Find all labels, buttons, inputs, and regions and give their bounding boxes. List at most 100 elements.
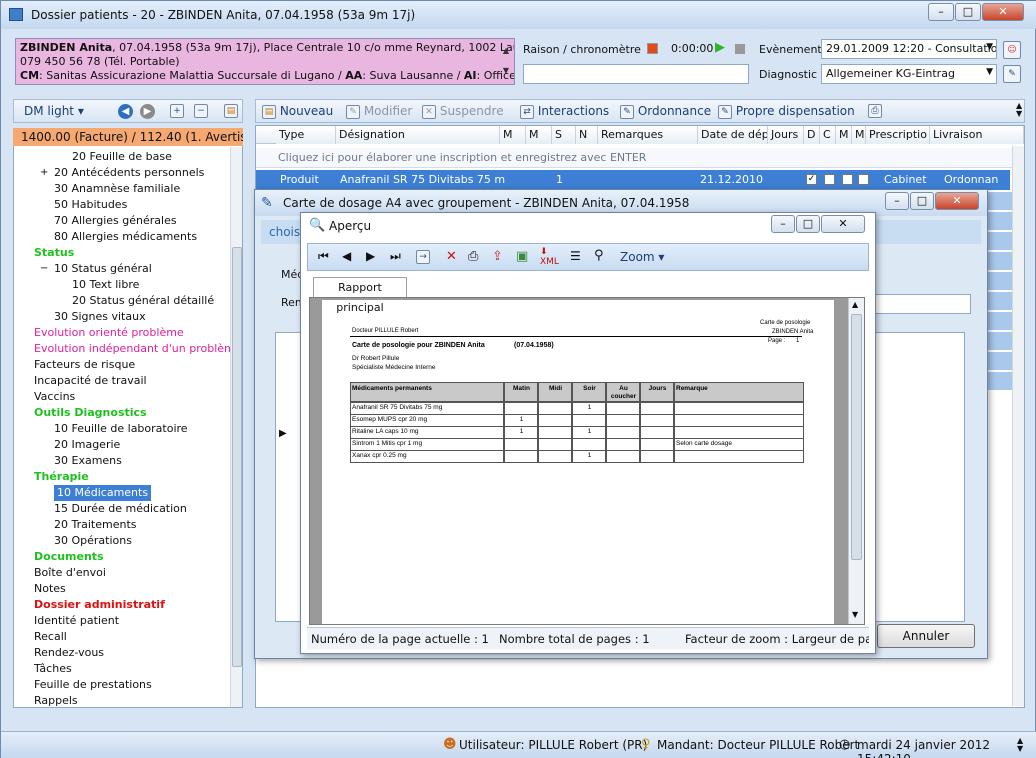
- tree-scrollbar[interactable]: [230, 147, 242, 707]
- nouveau-button[interactable]: ▤ Nouveau: [262, 104, 333, 119]
- print-icon[interactable]: ⎙: [868, 104, 882, 118]
- minimize-button[interactable]: –: [928, 3, 954, 21]
- status-scroll-icon[interactable]: ▲ ▼: [1017, 737, 1023, 753]
- diag-select[interactable]: Allgemeiner KG-Eintrag ▼: [821, 64, 997, 84]
- edit-icon[interactable]: ✎: [1003, 65, 1021, 83]
- export-icon[interactable]: ⇪: [492, 249, 503, 264]
- apercu-close-button[interactable]: ✕: [821, 215, 865, 233]
- patient-info-panel[interactable]: ZBINDEN Anita, 07.04.1958 (53a 9m 17j), …: [15, 38, 515, 85]
- column-header[interactable]: Livraison: [930, 126, 1024, 144]
- apercu-minimize-button[interactable]: –: [771, 215, 795, 233]
- next-page-icon[interactable]: ▶: [366, 249, 375, 263]
- column-header[interactable]: Date de dép: [698, 126, 768, 144]
- dm-dropdown[interactable]: DM light ▾: [24, 104, 84, 118]
- find-icon[interactable]: ⚲: [594, 248, 604, 263]
- report-scroll-thumb[interactable]: [851, 314, 862, 560]
- stop-icon[interactable]: [735, 44, 745, 54]
- row-checkbox-m2[interactable]: [858, 174, 869, 185]
- column-header[interactable]: M: [526, 126, 552, 144]
- row-checkbox-m[interactable]: [842, 174, 853, 185]
- tab-rapport-principal[interactable]: Rapport principal: [313, 277, 407, 314]
- grid-scrollbar[interactable]: [1012, 146, 1024, 706]
- tree-item[interactable]: 30 Opérations: [54, 533, 132, 549]
- tree-item[interactable]: 10 Médicaments: [54, 485, 152, 501]
- report-scrollbar[interactable]: ▲ ▼: [848, 298, 864, 624]
- ordonnance-button[interactable]: ✎ Ordonnance: [620, 104, 711, 119]
- tree-item[interactable]: 50 Habitudes: [54, 197, 127, 213]
- tree-item[interactable]: 20 Imagerie: [54, 437, 120, 453]
- tree-expander-icon[interactable]: +: [40, 165, 50, 181]
- tree-item[interactable]: Evolution indépendant d'un problème: [34, 341, 242, 357]
- tree-item[interactable]: 20 Antécédents personnels: [54, 165, 204, 181]
- column-header[interactable]: N: [576, 126, 598, 144]
- tree-item[interactable]: Rendez-vous: [34, 645, 104, 661]
- patient-info-scroll[interactable]: ▲ ▼: [499, 41, 513, 83]
- tree-item[interactable]: 70 Allergies générales: [54, 213, 177, 229]
- last-page-icon[interactable]: ⏭: [390, 249, 401, 264]
- tree-item[interactable]: Boîte d'envoi: [34, 565, 106, 581]
- tree-item[interactable]: 20 Status général détaillé: [72, 293, 214, 309]
- tree-item[interactable]: Incapacité de travail: [34, 373, 147, 389]
- interactions-button[interactable]: ⇄ Interactions: [520, 104, 609, 119]
- reason-input[interactable]: [523, 64, 749, 84]
- tree-item[interactable]: 30 Examens: [54, 453, 122, 469]
- cancel-button[interactable]: Annuler: [877, 624, 975, 648]
- tree-expander-icon[interactable]: −: [40, 261, 50, 277]
- column-header[interactable]: Jours: [768, 126, 804, 144]
- tree-item[interactable]: 30 Anamnèse familiale: [54, 181, 180, 197]
- dosage-minimize-button[interactable]: –: [885, 192, 909, 210]
- column-header[interactable]: M: [836, 126, 852, 144]
- tree-scroll-thumb[interactable]: [232, 247, 242, 667]
- scroll-down-icon[interactable]: ▼: [852, 610, 858, 619]
- record-icon[interactable]: [647, 43, 658, 54]
- tree-item[interactable]: Identité patient: [34, 613, 119, 629]
- grid-new-row-hint[interactable]: Cliquez ici pour élaborer une inscriptio…: [256, 148, 1024, 168]
- tree-item[interactable]: Evolution orienté problème: [34, 325, 184, 341]
- column-header[interactable]: M: [852, 126, 866, 144]
- tree-item[interactable]: Outils Diagnostics: [34, 405, 147, 421]
- dosage-close-button[interactable]: ✕: [935, 192, 979, 210]
- column-header[interactable]: Type: [276, 126, 336, 144]
- tree-item[interactable]: Vaccins: [34, 389, 75, 405]
- tree-item[interactable]: Feuille de prestations: [34, 677, 152, 693]
- forward-icon[interactable]: ▶: [140, 104, 155, 119]
- column-header[interactable]: S: [552, 126, 576, 144]
- dosage-remark-input[interactable]: [867, 294, 971, 314]
- tree-view-icon[interactable]: ☰: [570, 249, 581, 263]
- close-button[interactable]: ✕: [982, 3, 1024, 21]
- toolbar-overflow-icon[interactable]: ▲ ▼: [1016, 102, 1022, 118]
- close-preview-icon[interactable]: ✕: [446, 249, 457, 264]
- tree-item[interactable]: Tâches: [34, 661, 72, 677]
- play-icon[interactable]: ▶: [715, 40, 725, 55]
- tree-item[interactable]: 30 Signes vitaux: [54, 309, 146, 325]
- column-header[interactable]: Prescriptio: [866, 126, 930, 144]
- tree-item[interactable]: Status: [34, 245, 74, 261]
- zoom-dropdown[interactable]: Zoom ▾: [620, 250, 664, 264]
- tree-item[interactable]: Notes: [34, 581, 66, 597]
- tree-item[interactable]: Thérapie: [34, 469, 89, 485]
- expand-tree-icon[interactable]: +: [170, 104, 184, 118]
- tree-item[interactable]: 10 Text libre: [72, 277, 139, 293]
- modifier-button[interactable]: ✎ Modifier: [346, 104, 412, 119]
- export-xml-icon[interactable]: ⬇ XML: [540, 247, 559, 267]
- event-select[interactable]: 29.01.2009 12:20 - Consultation ▼: [821, 39, 997, 59]
- column-header[interactable]: C: [820, 126, 836, 144]
- save-icon[interactable]: ▣: [516, 249, 528, 264]
- tree-item[interactable]: 10 Feuille de laboratoire: [54, 421, 188, 437]
- users-icon[interactable]: ☺: [1003, 41, 1021, 59]
- note-icon[interactable]: ▤: [224, 104, 238, 118]
- table-row[interactable]: Produit Anafranil SR 75 Divitabs 75 m 1 …: [256, 170, 1010, 190]
- apercu-maximize-button[interactable]: □: [796, 215, 820, 233]
- tree-item[interactable]: 10 Status général: [54, 261, 152, 277]
- column-header[interactable]: Remarques: [598, 126, 698, 144]
- tree-item[interactable]: 80 Allergies médicaments: [54, 229, 197, 245]
- scroll-up-icon[interactable]: ▲: [852, 300, 858, 309]
- back-icon[interactable]: ◀: [118, 104, 133, 119]
- column-header[interactable]: M: [500, 126, 526, 144]
- prev-page-icon[interactable]: ◀: [342, 249, 351, 263]
- tree-item[interactable]: 15 Durée de médication: [54, 501, 187, 517]
- column-header[interactable]: Désignation: [336, 126, 500, 144]
- goto-page-icon[interactable]: →: [416, 250, 430, 264]
- first-page-icon[interactable]: ⏮: [318, 249, 329, 264]
- print-icon[interactable]: ⎙: [468, 249, 478, 264]
